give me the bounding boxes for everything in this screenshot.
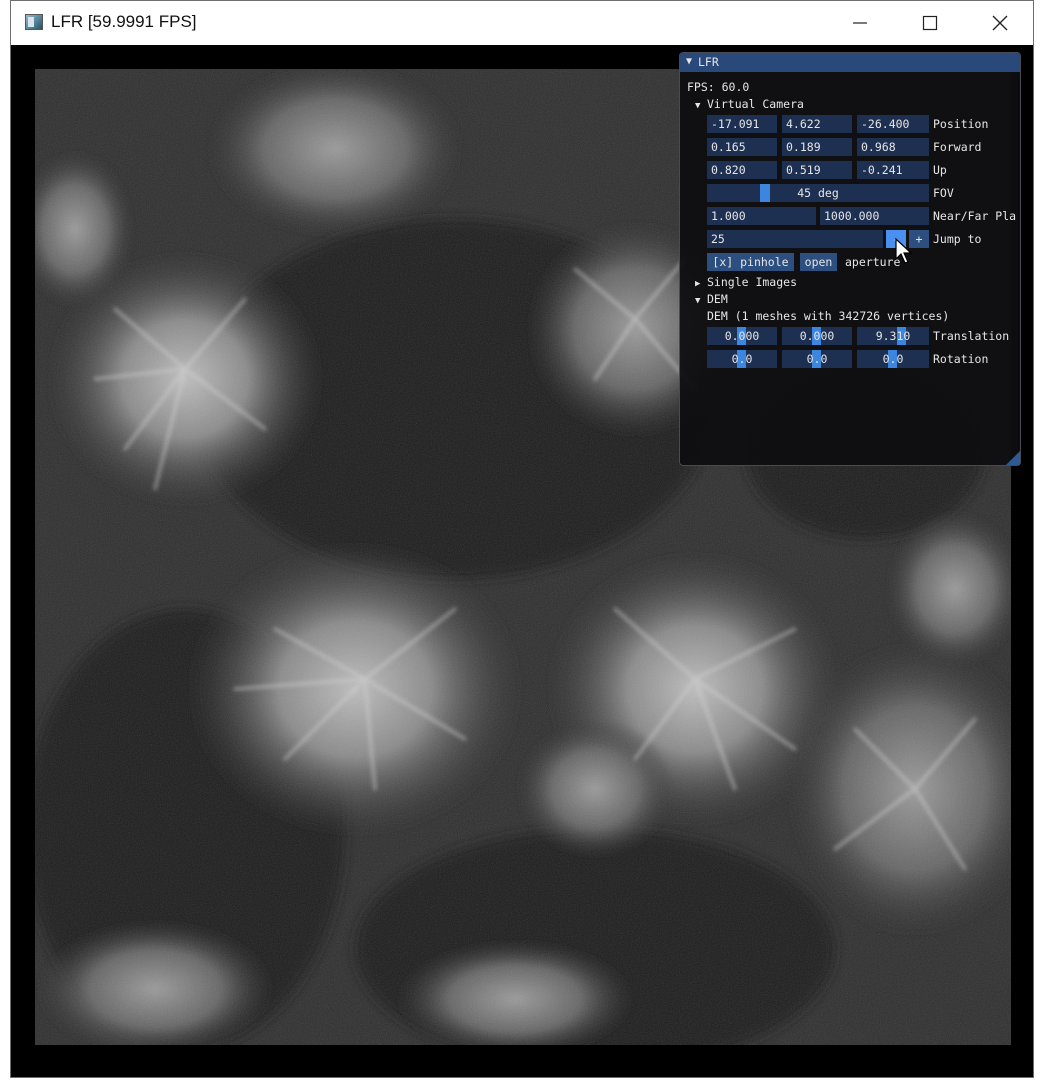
forward-z-input[interactable]: 0.968 (857, 138, 929, 156)
translation-x-value: 0.000 (724, 329, 760, 343)
translation-z-slider[interactable]: 9.310 (857, 327, 929, 345)
jump-to-label: Jump to (933, 232, 982, 246)
collapse-arrow-icon[interactable]: ▼ (686, 56, 692, 67)
single-images-header-label: Single Images (707, 275, 798, 289)
dem-header-label: DEM (707, 292, 728, 306)
virtual-camera-header[interactable]: ▼ Virtual Camera (695, 97, 804, 111)
near-plane-input[interactable]: 1.000 (707, 207, 816, 225)
rotation-y-slider[interactable]: 0.0 (782, 350, 852, 368)
up-z-input[interactable]: -0.241 (857, 161, 929, 179)
mouse-cursor-icon (895, 237, 913, 264)
close-button[interactable] (965, 1, 1035, 45)
up-y-input[interactable]: 0.519 (782, 161, 852, 179)
fps-text: FPS: 60.0 (687, 80, 750, 94)
translation-y-slider[interactable]: 0.000 (782, 327, 852, 345)
app-icon (25, 14, 43, 30)
tree-open-arrow-icon: ▼ (695, 296, 701, 306)
fov-slider[interactable]: 45 deg (707, 184, 929, 202)
far-plane-input[interactable]: 1000.000 (820, 207, 929, 225)
pinhole-button[interactable]: [x] pinhole (707, 253, 794, 271)
position-y-input[interactable]: 4.622 (782, 115, 852, 133)
minimize-icon (853, 22, 867, 24)
panel-title-bar[interactable]: ▼ LFR (680, 53, 1020, 72)
up-x-input[interactable]: 0.820 (707, 161, 777, 179)
fov-label: FOV (933, 186, 954, 200)
lfr-panel[interactable]: ▼ LFR FPS: 60.0 ▼ Virtual Camera -17.091 … (679, 52, 1021, 466)
jump-to-input[interactable]: 25 (707, 230, 883, 248)
rotation-z-slider[interactable]: 0.0 (857, 350, 929, 368)
maximize-icon (922, 15, 938, 31)
rotation-y-value: 0.0 (806, 352, 828, 366)
minimize-button[interactable] (825, 1, 895, 45)
single-images-header[interactable]: ▶ Single Images (695, 275, 797, 289)
position-x-input[interactable]: -17.091 (707, 115, 777, 133)
rotation-x-slider[interactable]: 0.0 (707, 350, 777, 368)
window-title: LFR [59.9991 FPS] (51, 12, 197, 31)
title-bar[interactable]: LFR [59.9991 FPS] (11, 1, 1033, 45)
panel-title: LFR (698, 55, 719, 69)
dem-header[interactable]: ▼ DEM (695, 292, 728, 306)
fov-slider-grab[interactable] (760, 184, 770, 202)
translation-label: Translation (933, 329, 1010, 343)
aperture-label: aperture (845, 255, 901, 269)
up-label: Up (933, 163, 947, 177)
fov-value: 45 deg (797, 186, 839, 200)
translation-y-value: 0.000 (799, 329, 835, 343)
maximize-button[interactable] (895, 1, 965, 45)
close-icon (992, 15, 1008, 31)
translation-z-value: 9.310 (875, 329, 911, 343)
virtual-camera-header-label: Virtual Camera (707, 97, 804, 111)
forward-label: Forward (933, 140, 982, 154)
open-button[interactable]: open (800, 253, 837, 271)
tree-closed-arrow-icon: ▶ (695, 279, 701, 289)
rotation-label: Rotation (933, 352, 989, 366)
position-z-input[interactable]: -26.400 (857, 115, 929, 133)
forward-x-input[interactable]: 0.165 (707, 138, 777, 156)
rotation-z-value: 0.0 (882, 352, 904, 366)
rotation-x-value: 0.0 (731, 352, 753, 366)
tree-open-arrow-icon: ▼ (695, 101, 701, 111)
translation-x-slider[interactable]: 0.000 (707, 327, 777, 345)
near-far-label: Near/Far Pla (933, 209, 1017, 223)
dem-info-text: DEM (1 meshes with 342726 vertices) (707, 309, 950, 323)
resize-grip[interactable] (1006, 451, 1020, 465)
position-label: Position (933, 117, 989, 131)
forward-y-input[interactable]: 0.189 (782, 138, 852, 156)
